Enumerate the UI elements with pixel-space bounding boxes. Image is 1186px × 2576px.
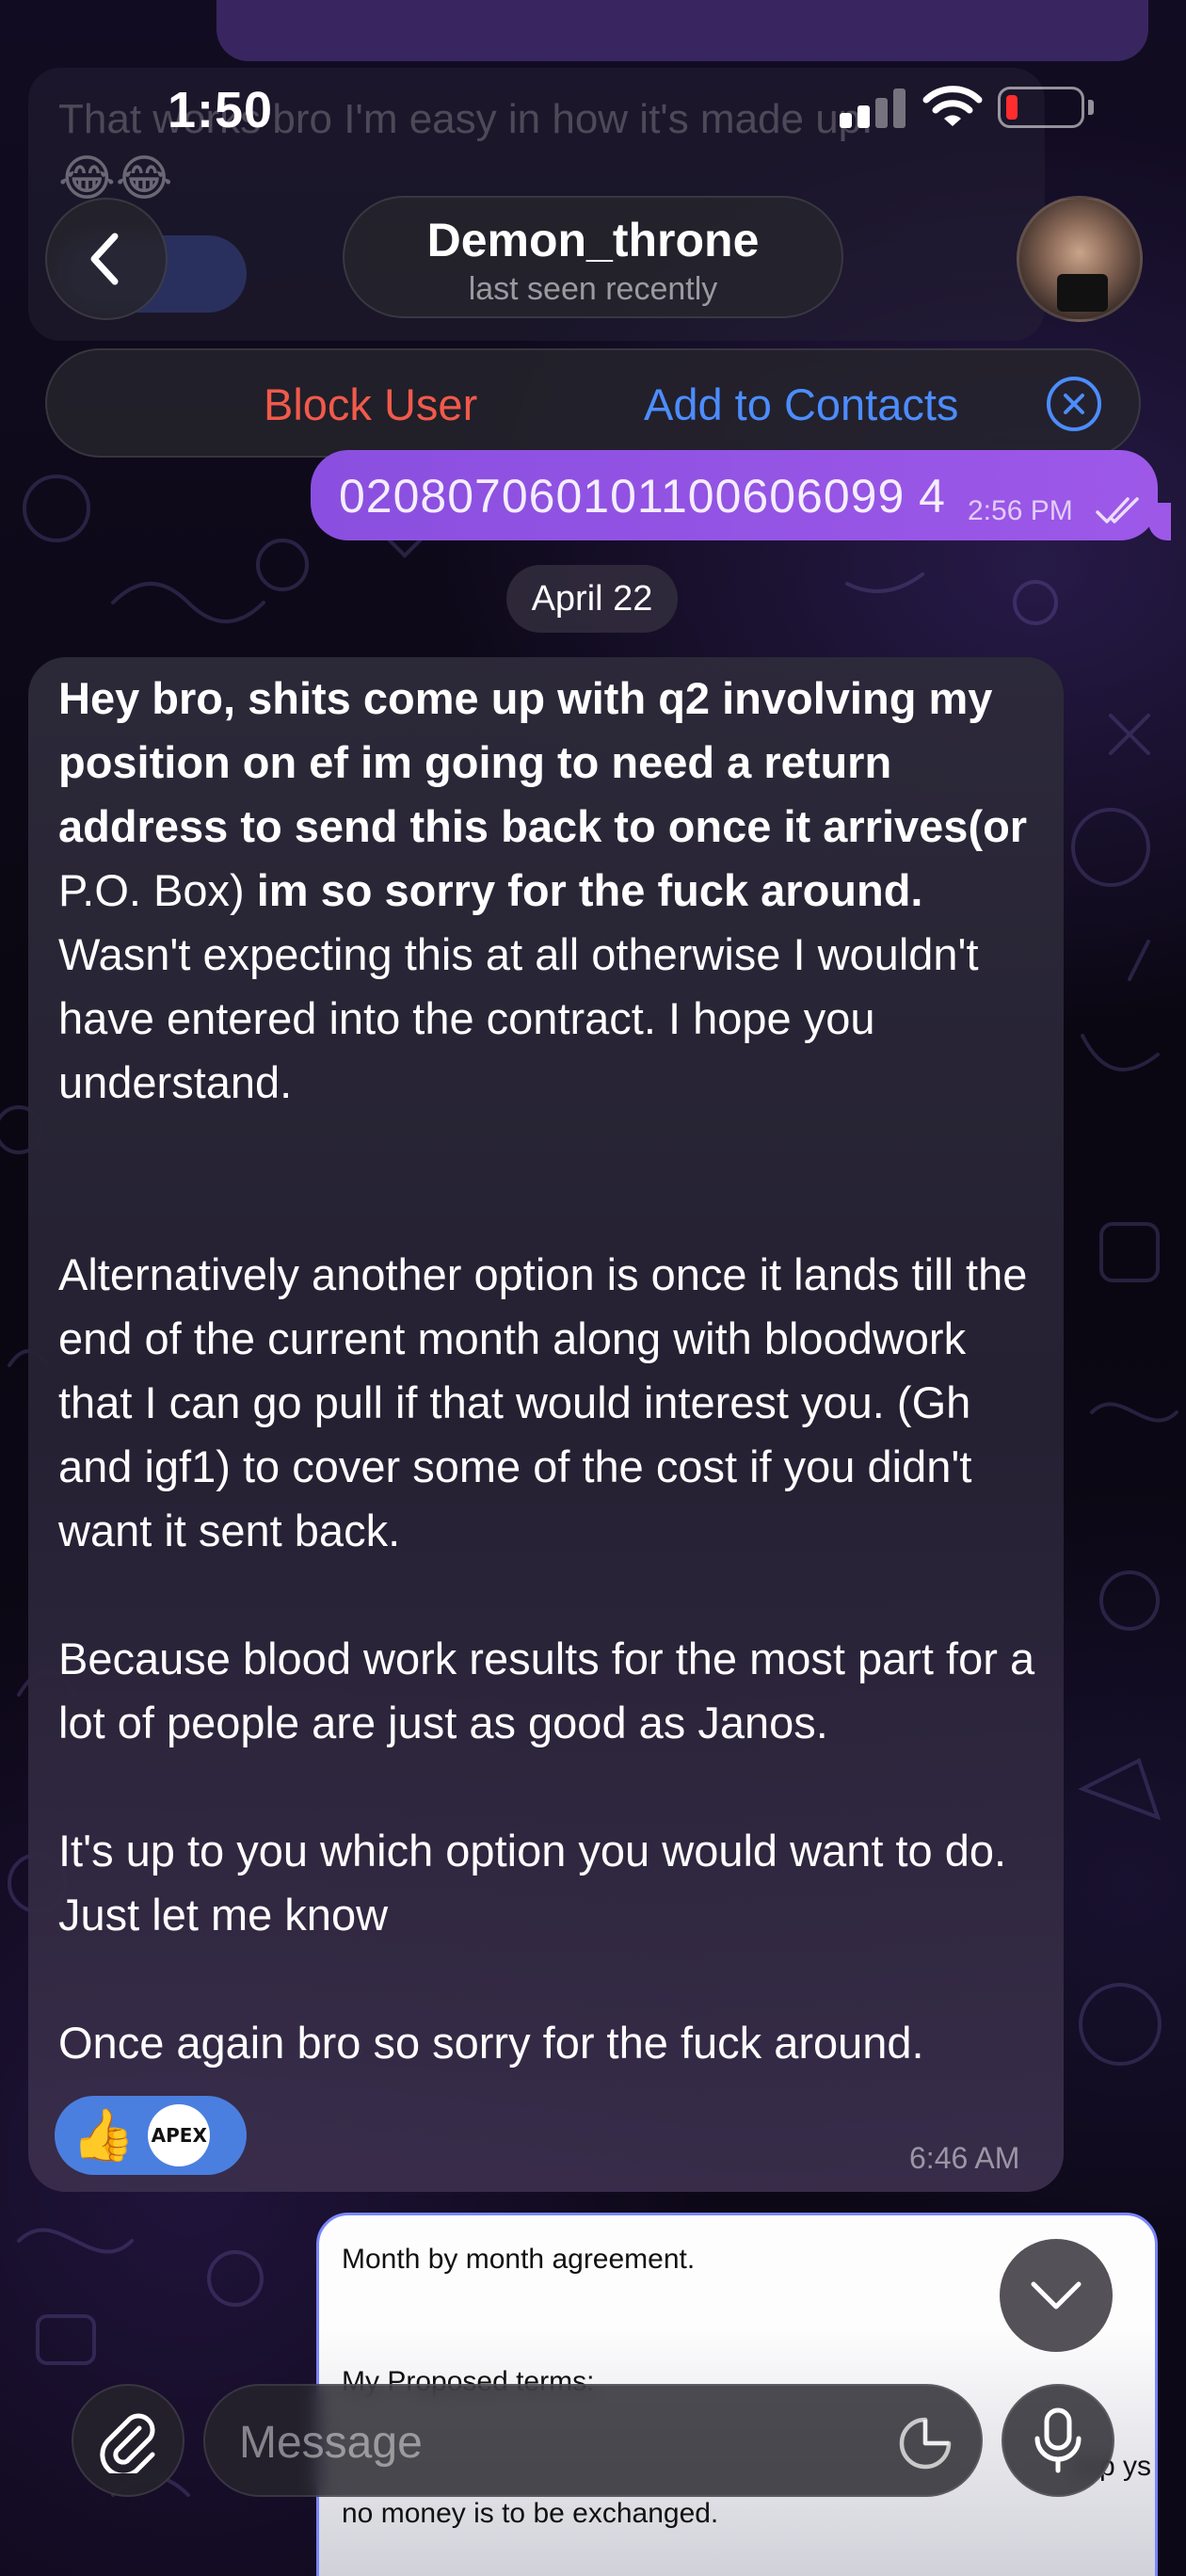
outgoing-bubble-tail	[1148, 503, 1171, 540]
reaction-chip[interactable]: 👍 APEX	[55, 2096, 247, 2175]
chat-screen: That works bro I'm easy in how it's made…	[0, 0, 1186, 2576]
message-paragraph-2: Alternatively another option is once it …	[58, 1249, 1028, 1555]
message-input-container[interactable]	[203, 2384, 983, 2497]
paperclip-icon	[100, 2413, 155, 2473]
contact-name: Demon_throne	[426, 214, 760, 266]
block-user-button[interactable]: Block User	[264, 378, 477, 430]
outgoing-message-time: 2:56 PM	[968, 495, 1073, 526]
cellular-signal-icon	[840, 89, 907, 128]
outgoing-message-text: 020807060101100606099 4	[339, 470, 946, 523]
reactor-avatar: APEX	[148, 2104, 211, 2166]
last-seen-status: last seen recently	[468, 271, 718, 307]
chat-title[interactable]: Demon_throne last seen recently	[343, 196, 843, 318]
message-input[interactable]	[239, 2414, 860, 2471]
message-paragraph-3: Because blood work results for the most …	[58, 1634, 1035, 1747]
incoming-message[interactable]: Hey bro, shits come up with q2 involving…	[28, 657, 1064, 2192]
wifi-icon	[922, 86, 983, 126]
scroll-to-bottom-button[interactable]	[1000, 2239, 1113, 2352]
chevron-down-icon	[1031, 2281, 1082, 2310]
microphone-icon	[1034, 2407, 1082, 2473]
add-to-contacts-button[interactable]: Add to Contacts	[644, 378, 958, 430]
document-line: no money is to be exchanged.	[342, 2498, 719, 2529]
outgoing-message[interactable]: 020807060101100606099 4 2:56 PM	[311, 450, 1158, 540]
incoming-message-time: 6:46 AM	[909, 2141, 1020, 2175]
back-chevron-icon	[90, 233, 119, 285]
previous-outgoing-bubble	[216, 0, 1148, 61]
unknown-contact-bar: Block User Add to Contacts	[45, 348, 1141, 458]
battery-tip	[1088, 100, 1094, 115]
battery-icon	[998, 87, 1084, 128]
attach-button[interactable]	[72, 2384, 184, 2497]
close-icon	[1064, 394, 1084, 414]
voice-message-button[interactable]	[1002, 2384, 1114, 2497]
thumbs-up-reaction-icon: 👍	[72, 2107, 136, 2164]
back-button[interactable]	[45, 198, 168, 320]
document-line: Month by month agreement.	[342, 2244, 696, 2275]
message-body: Hey bro, shits come up with q2 involving…	[58, 667, 1037, 2075]
double-check-icon	[1096, 497, 1139, 523]
avatar[interactable]	[1017, 196, 1143, 322]
status-time: 1:50	[168, 82, 274, 138]
message-paragraph-4: It's up to you which option you would wa…	[58, 1826, 1007, 1940]
sticker-icon[interactable]	[898, 2416, 953, 2471]
close-bar-button[interactable]	[1047, 377, 1101, 431]
message-paragraph-5: Once again bro so sorry for the fuck aro…	[58, 2018, 924, 2068]
message-paragraph-1: Hey bro, shits come up with q2 involving…	[58, 673, 1028, 1107]
date-separator: April 22	[506, 565, 678, 633]
